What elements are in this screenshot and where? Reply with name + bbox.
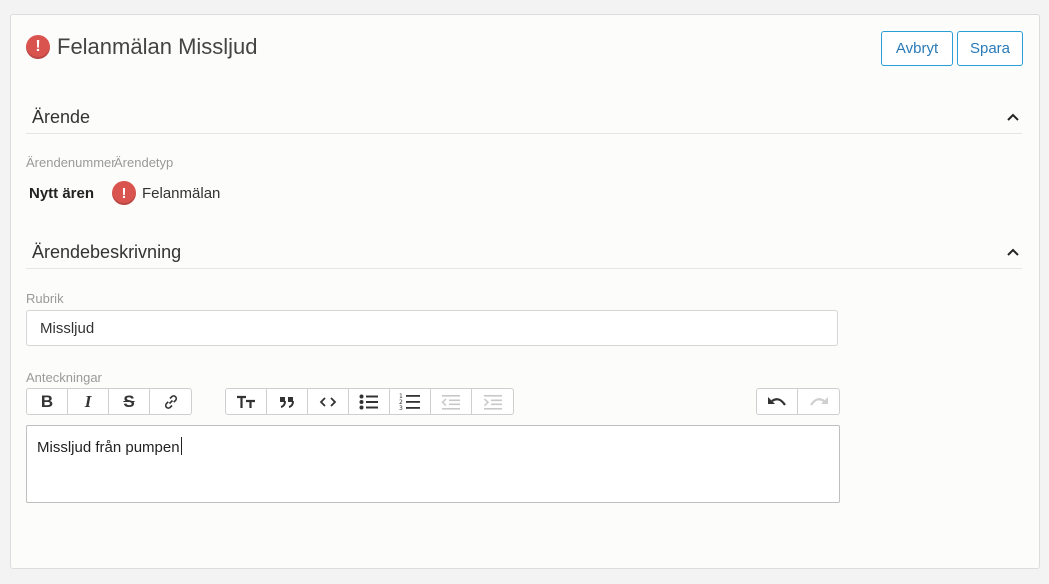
redo-button[interactable] [798,389,839,414]
redo-icon [809,396,828,406]
case-type: ! Felanmälan [112,181,220,205]
quote-button[interactable] [267,389,308,414]
save-button[interactable]: Spara [957,31,1023,66]
code-button[interactable] [308,389,349,414]
notes-text: Missljud från pumpen [37,439,180,456]
page-header: ! Felanmälan Missljud [26,34,258,60]
quote-icon [280,396,294,408]
case-number-label: Ärendenummer [26,155,116,170]
heading-button[interactable] [226,389,267,414]
section-title-beskrivning: Ärendebeskrivning [32,241,182,262]
link-button[interactable] [150,389,191,414]
undo-icon [768,396,786,406]
toolbar-history-group [756,388,840,415]
rubrik-input[interactable] [26,310,838,346]
strikethrough-button[interactable]: S [109,389,150,414]
chevron-up-icon[interactable] [1006,110,1020,124]
bold-icon: B [40,391,54,411]
page-title: Felanmälan Missljud [57,34,258,59]
case-type-value: Felanmälan [142,184,221,202]
section-header-arende[interactable]: Ärende [26,101,1022,134]
bullet-list-icon [359,394,378,409]
indent-button[interactable] [472,389,513,414]
link-icon [164,394,177,409]
case-type-label: Ärendetyp [114,155,174,170]
italic-icon: I [84,391,92,411]
text-caret [180,437,182,455]
chevron-up-icon[interactable] [1006,245,1020,259]
case-number-value: Nytt ären [29,185,95,202]
outdent-button[interactable] [431,389,472,414]
toolbar-format-group: B I S [26,388,192,415]
bold-button[interactable]: B [27,389,68,414]
strikethrough-icon: S [123,391,135,411]
numbered-list-button[interactable]: 1 2 3 [390,389,431,414]
svg-text:3: 3 [399,405,403,411]
bullet-list-button[interactable] [349,389,390,414]
rubrik-label: Rubrik [26,291,64,306]
alert-icon: ! [26,35,50,59]
code-icon [319,396,337,407]
numbered-list-icon: 1 2 3 [399,393,420,411]
notes-editor[interactable]: Missljud från pumpen [26,425,840,503]
indent-icon [483,394,502,410]
outdent-icon [441,394,460,410]
section-header-beskrivning[interactable]: Ärendebeskrivning [26,236,1022,269]
notes-label: Anteckningar [26,370,102,385]
toolbar-block-group: 1 2 3 [225,388,514,415]
cancel-button[interactable]: Avbryt [881,31,953,66]
italic-button[interactable]: I [68,389,109,414]
case-form-card: ! Felanmälan Missljud Avbryt Spara Ärend… [10,14,1040,569]
undo-button[interactable] [757,389,798,414]
section-title-arende: Ärende [32,106,91,127]
alert-icon: ! [112,181,136,205]
heading-icon [237,395,255,408]
